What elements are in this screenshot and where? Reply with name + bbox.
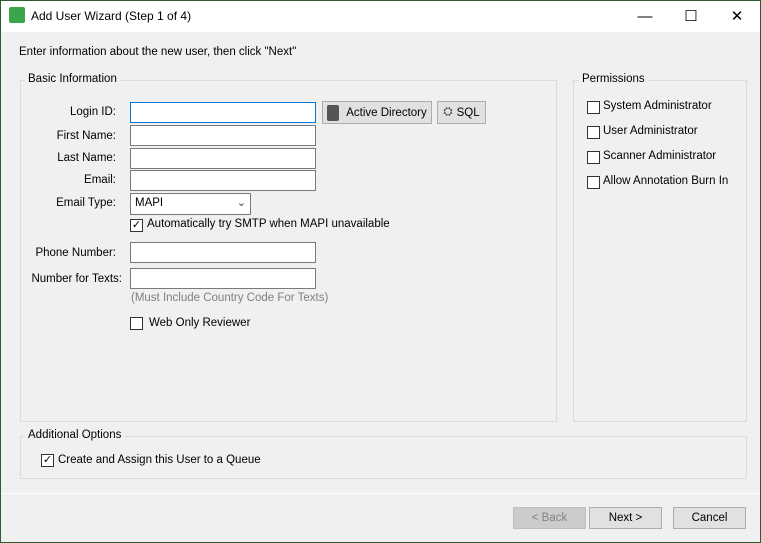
web-only-label: Web Only Reviewer bbox=[149, 317, 251, 329]
email-type-value: MAPI bbox=[135, 197, 164, 209]
sql-button[interactable]: ⛭ SQL bbox=[437, 101, 486, 124]
login-id-label: Login ID: bbox=[69, 106, 116, 118]
queue-checkbox[interactable]: ✓ bbox=[41, 454, 54, 467]
maximize-button[interactable]: ☐ bbox=[668, 0, 714, 32]
texts-input[interactable] bbox=[130, 268, 316, 289]
user-admin-checkbox[interactable] bbox=[587, 126, 600, 139]
first-name-input[interactable] bbox=[130, 125, 316, 146]
email-type-select[interactable]: MAPI ⌄ bbox=[130, 193, 251, 215]
scanner-admin-label: Scanner Administrator bbox=[603, 150, 717, 162]
instruction-text: Enter information about the new user, th… bbox=[19, 46, 297, 58]
email-label: Email: bbox=[84, 174, 116, 186]
additional-options-title: Additional Options bbox=[25, 429, 125, 441]
binoculars-icon: ⛭ bbox=[443, 106, 453, 118]
user-admin-label: User Administrator bbox=[603, 125, 698, 137]
cancel-button[interactable]: Cancel bbox=[673, 507, 746, 529]
smtp-label: Automatically try SMTP when MAPI unavail… bbox=[147, 218, 390, 230]
sql-label: SQL bbox=[456, 106, 480, 119]
basic-information-title: Basic Information bbox=[25, 73, 120, 85]
last-name-input[interactable] bbox=[130, 148, 316, 169]
phone-label: Phone Number: bbox=[35, 247, 116, 259]
scanner-admin-checkbox[interactable] bbox=[587, 151, 600, 164]
app-icon bbox=[9, 7, 25, 23]
chevron-down-icon: ⌄ bbox=[236, 197, 246, 209]
active-directory-label: Active Directory bbox=[346, 106, 427, 119]
minimize-button[interactable]: — bbox=[622, 0, 668, 32]
back-button[interactable]: < Back bbox=[513, 507, 586, 529]
next-button[interactable]: Next > bbox=[589, 507, 662, 529]
annotation-burn-checkbox[interactable] bbox=[587, 176, 600, 189]
window-title: Add User Wizard (Step 1 of 4) bbox=[31, 9, 192, 23]
system-admin-checkbox[interactable] bbox=[587, 101, 600, 114]
texts-label: Number for Texts: bbox=[31, 273, 122, 285]
login-id-input[interactable] bbox=[130, 102, 316, 123]
email-input[interactable] bbox=[130, 170, 316, 191]
email-type-label: Email Type: bbox=[56, 197, 116, 209]
smtp-checkbox[interactable]: ✓ bbox=[130, 219, 143, 232]
annotation-burn-label: Allow Annotation Burn In bbox=[603, 175, 729, 187]
web-only-checkbox[interactable] bbox=[130, 317, 143, 330]
system-admin-label: System Administrator bbox=[603, 100, 712, 112]
address-book-icon bbox=[327, 104, 340, 121]
last-name-label: Last Name: bbox=[57, 152, 116, 164]
close-button[interactable]: ✕ bbox=[714, 0, 760, 32]
footer-divider bbox=[1, 493, 760, 494]
permissions-title: Permissions bbox=[579, 73, 648, 85]
first-name-label: First Name: bbox=[56, 130, 116, 142]
phone-input[interactable] bbox=[130, 242, 316, 263]
queue-label: Create and Assign this User to a Queue bbox=[58, 454, 261, 466]
active-directory-button[interactable]: Active Directory bbox=[322, 101, 432, 124]
texts-hint: (Must Include Country Code For Texts) bbox=[131, 292, 329, 304]
